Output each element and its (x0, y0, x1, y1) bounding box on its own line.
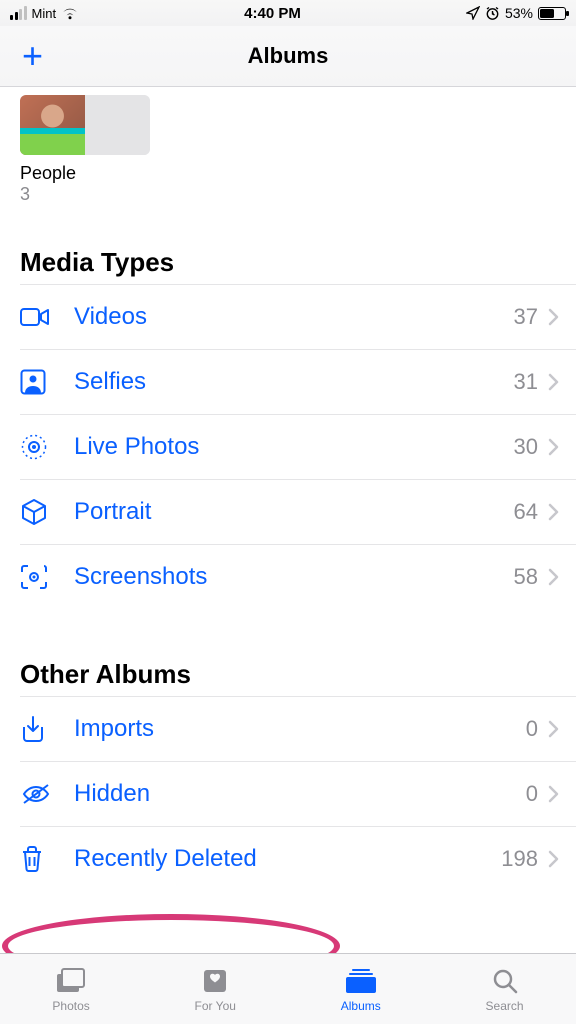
row-portrait[interactable]: Portrait64 (20, 479, 576, 544)
nav-bar: + Albums (0, 26, 576, 87)
media-types-list: Videos37Selfies31Live Photos30Portrait64… (0, 284, 576, 609)
chevron-right-icon (548, 308, 560, 326)
annotation-circle (2, 914, 340, 953)
row-count: 64 (514, 499, 538, 525)
tab-label: Search (486, 999, 524, 1013)
row-count: 30 (514, 434, 538, 460)
tab-for-you[interactable]: For You (195, 966, 236, 1013)
row-live-photos[interactable]: Live Photos30 (20, 414, 576, 479)
row-label: Selfies (58, 368, 514, 396)
row-label: Imports (58, 715, 526, 743)
tab-label: Albums (341, 999, 381, 1013)
tab-photos[interactable]: Photos (52, 966, 89, 1013)
tab-label: Photos (52, 999, 89, 1013)
album-people[interactable]: People 3 (0, 87, 576, 205)
row-count: 37 (514, 304, 538, 330)
row-label: Hidden (58, 780, 526, 808)
tab-search[interactable]: Search (486, 966, 524, 1013)
wifi-icon (61, 7, 79, 20)
battery-pct: 53% (505, 5, 533, 21)
chevron-right-icon (548, 720, 560, 738)
trash-icon (20, 845, 58, 873)
chevron-right-icon (548, 503, 560, 521)
row-label: Videos (58, 303, 514, 331)
row-label: Live Photos (58, 433, 514, 461)
album-title: People (20, 163, 556, 184)
status-time: 4:40 PM (244, 5, 301, 22)
status-bar: Mint 4:40 PM 53% (0, 0, 576, 26)
chevron-right-icon (548, 850, 560, 868)
chevron-right-icon (548, 785, 560, 803)
row-label: Portrait (58, 498, 514, 526)
row-count: 0 (526, 781, 538, 807)
page-title: Albums (248, 43, 329, 69)
chevron-right-icon (548, 373, 560, 391)
search-icon (491, 966, 519, 996)
alarm-icon (485, 6, 500, 21)
hidden-icon (20, 782, 58, 806)
section-header-media-types: Media Types (0, 247, 576, 278)
albums-icon (344, 966, 378, 996)
row-videos[interactable]: Videos37 (20, 284, 576, 349)
location-icon (466, 6, 480, 20)
row-count: 198 (501, 846, 538, 872)
battery-icon (538, 7, 566, 20)
selfie-icon (20, 369, 58, 395)
add-button[interactable]: + (22, 38, 43, 74)
row-count: 58 (514, 564, 538, 590)
row-count: 31 (514, 369, 538, 395)
video-icon (20, 305, 58, 329)
other-albums-list: Imports0Hidden0Recently Deleted198 (0, 696, 576, 891)
tab-label: For You (195, 999, 236, 1013)
row-selfies[interactable]: Selfies31 (20, 349, 576, 414)
section-header-other-albums: Other Albums (0, 659, 576, 690)
people-thumbnail (20, 95, 150, 155)
for-you-icon (201, 966, 229, 996)
tab-albums[interactable]: Albums (341, 966, 381, 1013)
tab-bar: Photos For You Albums Search (0, 953, 576, 1024)
chevron-right-icon (548, 568, 560, 586)
row-hidden[interactable]: Hidden0 (20, 761, 576, 826)
row-imports[interactable]: Imports0 (20, 696, 576, 761)
carrier-label: Mint (32, 6, 57, 21)
chevron-right-icon (548, 438, 560, 456)
photos-icon (55, 966, 87, 996)
album-count: 3 (20, 184, 556, 205)
live-photo-icon (20, 433, 58, 461)
cube-icon (20, 498, 58, 526)
row-screenshots[interactable]: Screenshots58 (20, 544, 576, 609)
row-count: 0 (526, 716, 538, 742)
row-label: Recently Deleted (58, 845, 501, 873)
import-icon (20, 715, 58, 743)
signal-bars-icon (10, 6, 27, 20)
row-label: Screenshots (58, 563, 514, 591)
screenshot-icon (20, 564, 58, 590)
row-recently-deleted[interactable]: Recently Deleted198 (20, 826, 576, 891)
